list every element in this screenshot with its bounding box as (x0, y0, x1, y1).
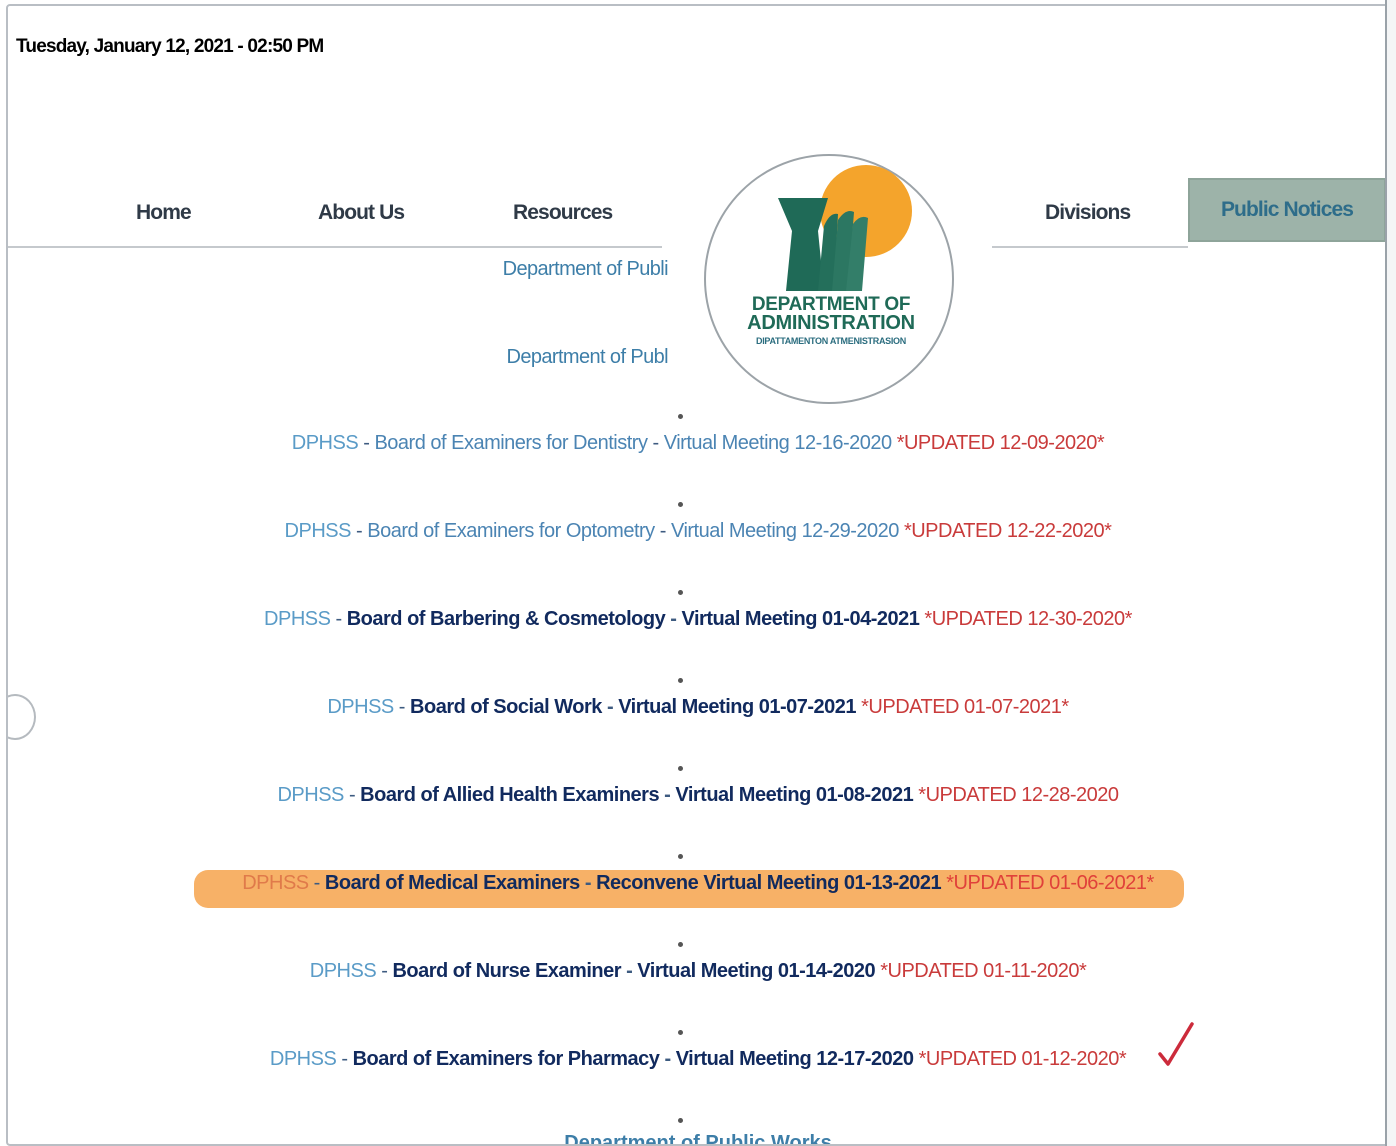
notice-updated: *UPDATED 12-09-2020* (896, 432, 1105, 454)
checkmark-annotation-icon (1158, 1022, 1194, 1066)
notice-prefix: DPHSS (284, 520, 352, 542)
logo-emblem-icon (778, 165, 912, 291)
notice-meeting: Virtual Meeting 12-17-2020 (675, 1048, 914, 1070)
list-bullet (678, 590, 683, 595)
notice-title: Board of Nurse Examiner (392, 960, 622, 982)
notice-title: Board of Barbering & Cosmetology (346, 608, 666, 630)
notice-title: Board of Examiners for Optometry (367, 520, 655, 542)
nav-public-notices-label: Public Notices (1220, 198, 1354, 221)
notice-prefix: DPHSS (277, 784, 344, 806)
list-bullet (678, 1030, 683, 1035)
list-bullet (678, 1118, 683, 1123)
notice-prefix: DPHSS (309, 960, 377, 982)
list-bullet (678, 766, 683, 771)
notice-meeting: Reconvene Virtual Meeting 01-13-2021 (596, 872, 942, 894)
notice-prefix: DPHSS (269, 1048, 337, 1070)
nav-about-us[interactable]: About Us (318, 201, 405, 225)
notice-updated: *UPDATED 01-07-2021* (861, 696, 1069, 718)
window-right-edge (1385, 0, 1396, 1146)
notice-social-work[interactable]: DPHSS - Board of Social Work - Virtual M… (8, 696, 1388, 719)
notice-title: Board of Examiners for Pharmacy (352, 1048, 660, 1070)
notice-updated: *UPDATED 12-28-2020 (918, 784, 1119, 806)
notice-prefix: DPHSS (327, 696, 394, 718)
submenu-item-dept-public-2[interactable]: Department of Publ (8, 346, 668, 369)
notice-prefix: DPHSS (291, 432, 359, 454)
notice-title: Board of Examiners for Dentistry (374, 432, 648, 454)
nav-home[interactable]: Home (136, 201, 192, 225)
notice-meeting: Virtual Meeting 12-16-2020 (663, 432, 892, 454)
list-bullet (678, 854, 683, 859)
logo-title-line2: ADMINISTRATION (747, 312, 915, 334)
browser-page: Tuesday, January 12, 2021 - 02:50 PM Hom… (6, 4, 1390, 1146)
notice-title: Board of Social Work (410, 696, 602, 718)
notice-meeting: Virtual Meeting 01-08-2021 (675, 784, 914, 806)
notice-updated: *UPDATED 12-22-2020* (903, 520, 1112, 542)
list-bullet (678, 942, 683, 947)
notice-updated: *UPDATED 01-06-2021* (946, 872, 1154, 894)
list-bullet (678, 502, 683, 507)
notice-meeting: Virtual Meeting 01-07-2021 (618, 696, 857, 718)
notice-meeting: Virtual Meeting 01-14-2020 (637, 960, 876, 982)
current-datetime: Tuesday, January 12, 2021 - 02:50 PM (16, 36, 324, 57)
notice-dentistry[interactable]: DPHSS - Board of Examiners for Dentistry… (8, 432, 1388, 455)
list-bullet (678, 678, 683, 683)
notice-dept-public-works[interactable]: Department of Public Works (8, 1132, 1388, 1144)
notice-title: Board of Medical Examiners (324, 872, 580, 894)
logo-title-line3: DIPATTAMENTON ATMENISTRASION (756, 336, 906, 346)
notice-barbering[interactable]: DPHSS - Board of Barbering & Cosmetology… (8, 608, 1388, 631)
notice-updated: *UPDATED 01-11-2020* (880, 960, 1087, 982)
notice-meeting: Virtual Meeting 12-29-2020 (670, 520, 899, 542)
nav-public-notices[interactable]: Public Notices (1188, 178, 1386, 242)
notice-meeting: Virtual Meeting 01-04-2021 (681, 608, 920, 630)
nav-divider-left (8, 246, 662, 248)
notice-prefix: DPHSS (264, 608, 331, 630)
notice-updated: *UPDATED 12-30-2020* (924, 608, 1132, 630)
notice-updated: *UPDATED 01-12-2020* (918, 1048, 1127, 1070)
nav-resources[interactable]: Resources (513, 201, 613, 225)
notice-nurse-examiner[interactable]: DPHSS - Board of Nurse Examiner - Virtua… (8, 960, 1388, 983)
notice-prefix: DPHSS (242, 872, 309, 894)
notice-allied-health[interactable]: DPHSS - Board of Allied Health Examiners… (8, 784, 1388, 807)
nav-divisions[interactable]: Divisions (1045, 201, 1131, 225)
notice-optometry[interactable]: DPHSS - Board of Examiners for Optometry… (8, 520, 1388, 543)
list-bullet (678, 414, 683, 419)
department-logo[interactable]: DEPARTMENT OF ADMINISTRATION DIPATTAMENT… (704, 154, 954, 404)
notice-medical-examiners[interactable]: DPHSS - Board of Medical Examiners - Rec… (8, 872, 1388, 895)
nav-divider-right (992, 246, 1188, 248)
submenu-item-dept-public-1[interactable]: Department of Publi (8, 258, 668, 281)
notice-title: Board of Allied Health Examiners (360, 784, 660, 806)
